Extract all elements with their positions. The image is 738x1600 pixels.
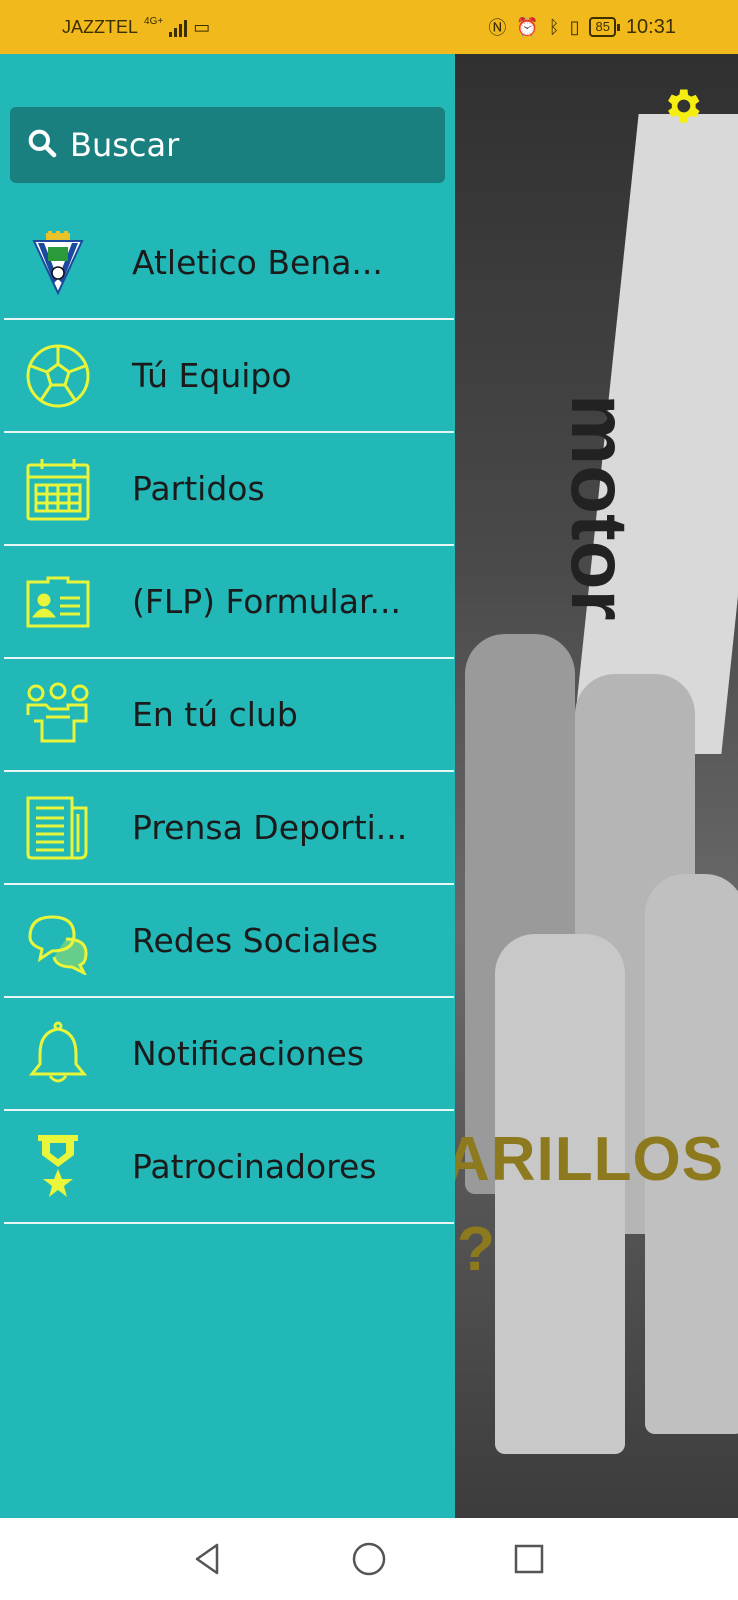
menu-item-label: Notificaciones	[132, 1034, 365, 1073]
back-triangle-icon	[195, 1543, 219, 1575]
medal-icon	[24, 1133, 92, 1201]
recents-button[interactable]	[509, 1539, 549, 1579]
menu-item-your-club[interactable]: En tú club	[4, 659, 454, 772]
calendar-icon	[24, 455, 92, 523]
menu-item-press[interactable]: Prensa Deporti...	[4, 772, 454, 885]
background-headline-2: ?	[457, 1215, 495, 1284]
vibrate-icon: ▯	[569, 16, 580, 37]
menu-item-label: Atletico Bena...	[132, 243, 383, 282]
menu-item-team[interactable]: Tú Equipo	[4, 320, 454, 433]
club-crest-icon	[24, 229, 92, 297]
id-card-icon	[24, 568, 92, 636]
drawer-menu: Atletico Bena... Tú Equipo Partidos (FLP…	[4, 207, 454, 1224]
background-headline: ARILLOS	[455, 1125, 725, 1194]
menu-item-label: En tú club	[132, 695, 298, 734]
battery-indicator: 85	[589, 17, 621, 37]
signal-icon	[169, 19, 188, 37]
menu-item-matches[interactable]: Partidos	[4, 433, 454, 546]
network-type-label: 4G+	[144, 16, 164, 27]
menu-item-sponsors[interactable]: Patrocinadores	[4, 1111, 454, 1224]
screen-cast-icon: ▭	[193, 17, 211, 37]
group-icon	[24, 681, 92, 749]
nfc-icon: Ⓝ	[488, 18, 507, 38]
search-placeholder: Buscar	[70, 126, 180, 164]
soccer-ball-icon	[24, 342, 92, 410]
search-icon	[26, 127, 58, 163]
newspaper-icon	[24, 794, 92, 862]
menu-item-label: Patrocinadores	[132, 1147, 377, 1186]
menu-item-label: Partidos	[132, 469, 265, 508]
clock: 10:31	[625, 15, 676, 38]
menu-item-label: Prensa Deporti...	[132, 808, 408, 847]
background-banner-text: motor	[555, 394, 644, 621]
background-page: motor ARILLOS ?	[455, 54, 738, 1518]
menu-item-label: Tú Equipo	[132, 356, 292, 395]
menu-item-label: (FLP) Formular...	[132, 582, 401, 621]
bell-icon	[24, 1020, 92, 1088]
system-navigation-bar	[0, 1518, 738, 1600]
menu-item-form[interactable]: (FLP) Formular...	[4, 546, 454, 659]
menu-item-club[interactable]: Atletico Bena...	[4, 207, 454, 320]
navigation-drawer: Buscar Atletico Bena... Tú Equipo Partid…	[0, 54, 455, 1518]
search-input[interactable]: Buscar	[10, 107, 445, 183]
status-left: JAZZTEL 4G+ ▭	[62, 16, 211, 38]
menu-item-label: Redes Sociales	[132, 921, 379, 960]
home-circle-icon	[352, 1542, 386, 1576]
status-right: Ⓝ ⏰ ᛒ ▯ 85 10:31	[488, 14, 676, 40]
status-bar: JAZZTEL 4G+ ▭ Ⓝ ⏰ ᛒ ▯ 85 10:31	[0, 0, 738, 54]
recents-square-icon	[514, 1544, 544, 1574]
carrier-label: JAZZTEL	[62, 17, 139, 37]
bluetooth-icon: ᛒ	[548, 16, 560, 37]
menu-item-notifications[interactable]: Notificaciones	[4, 998, 454, 1111]
settings-gear-icon[interactable]	[660, 84, 704, 128]
chat-bubbles-icon	[24, 907, 92, 975]
home-button[interactable]	[349, 1539, 389, 1579]
menu-item-social[interactable]: Redes Sociales	[4, 885, 454, 998]
alarm-icon: ⏰	[516, 16, 539, 37]
back-button[interactable]	[189, 1539, 229, 1579]
